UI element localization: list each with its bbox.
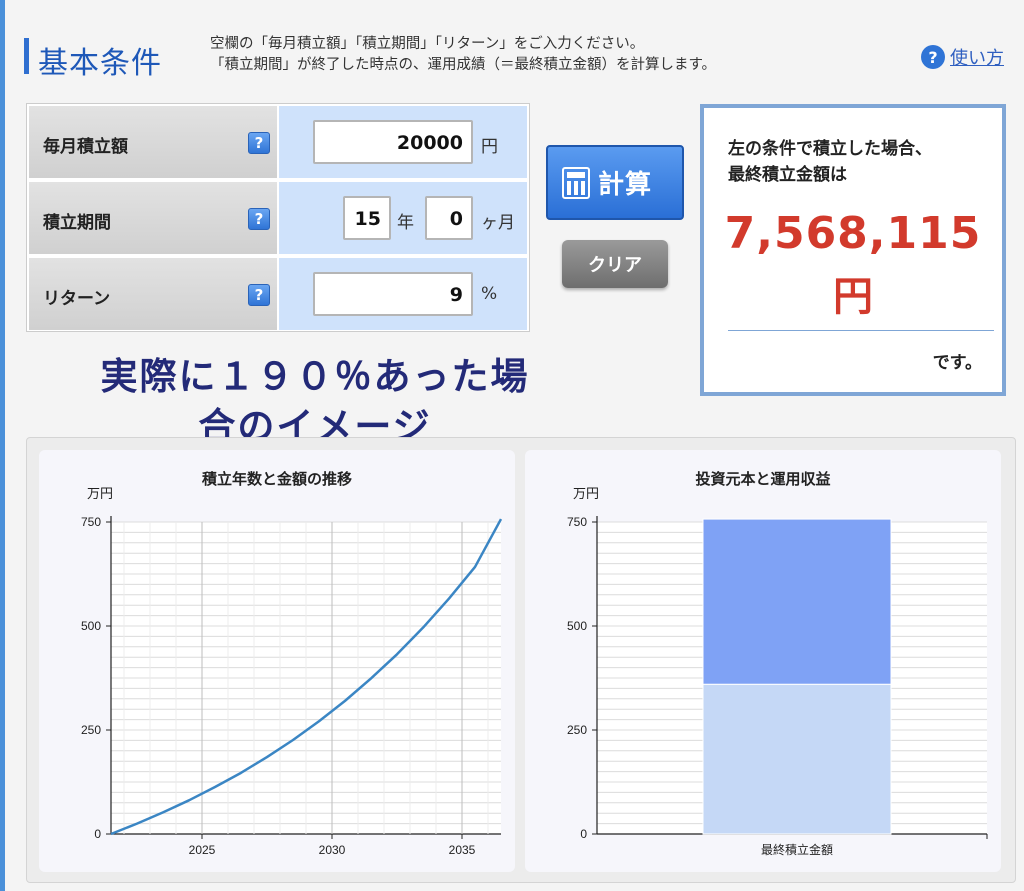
- monthly-unit: 円: [481, 137, 498, 157]
- line-chart-card: 0 250 500 750 万円 積立年数と金額の推移 2025 2030 2035: [39, 450, 515, 872]
- return-row: リターン ? 9 %: [27, 256, 529, 330]
- bar-chart-y-tick-label: 250: [567, 723, 587, 737]
- growth-line-chart: 0 250 500 750 万円 積立年数と金額の推移 2025 2030 2035: [81, 470, 503, 857]
- help-icon: ?: [921, 45, 945, 69]
- line-chart-y-tick-label: 500: [81, 619, 101, 633]
- charts-panel: 0 250 500 750 万円 積立年数と金額の推移 2025 2030 2035 0 250 5…: [26, 437, 1016, 883]
- line-chart-x-tick-label: 2035: [449, 843, 476, 857]
- line-chart-title: 積立年数と金額の推移: [201, 470, 352, 488]
- period-years-unit: 年: [397, 213, 414, 233]
- period-input-cell: 15 年 0 ヶ月: [279, 182, 527, 254]
- principal-return-bar-chart: 0 250 500 750 万円 投資元本と運用収益最終積立金額: [567, 470, 988, 857]
- bar-segment-principal: [702, 683, 892, 835]
- period-help-icon[interactable]: ?: [248, 208, 270, 230]
- return-unit: %: [481, 284, 498, 304]
- monthly-amount-input[interactable]: 20000: [313, 120, 473, 164]
- line-chart-x-tick-label: 2025: [189, 843, 216, 857]
- description-line-1: 空欄の「毎月積立額」「積立期間」「リターン」をご入力ください。: [210, 36, 645, 52]
- line-chart-y-tick-label: 250: [81, 723, 101, 737]
- clear-button[interactable]: クリア: [562, 240, 668, 288]
- bar-chart-y-tick-label: 0: [580, 827, 587, 841]
- bar-chart-y-unit-label: 万円: [573, 487, 599, 502]
- bar-chart-card: 0 250 500 750 万円 投資元本と運用収益最終積立金額: [525, 450, 1001, 872]
- bar-chart-y-tick-label: 500: [567, 619, 587, 633]
- line-chart-y-tick-label: 750: [81, 515, 101, 529]
- monthly-label: 毎月積立額: [43, 137, 128, 157]
- result-suffix: です。: [932, 353, 982, 373]
- monthly-label-cell: 毎月積立額 ?: [29, 106, 277, 178]
- result-divider: [728, 330, 994, 331]
- section-title: 基本条件: [38, 46, 162, 81]
- period-label: 積立期間: [43, 213, 111, 233]
- period-label-cell: 積立期間 ?: [29, 182, 277, 254]
- return-help-icon[interactable]: ?: [248, 284, 270, 306]
- line-chart-y-unit-label: 万円: [87, 487, 113, 502]
- title-accent-bar: [24, 38, 29, 74]
- input-form: 毎月積立額 ? 20000 円 積立期間 ? 15 年 0 ヶ月 リターン ? …: [26, 103, 530, 332]
- section-description: 空欄の「毎月積立額」「積立期間」「リターン」をご入力ください。 「積立期間」が終…: [210, 34, 716, 76]
- description-line-2: 「積立期間」が終了した時点の、運用成績（＝最終積立金額）を計算します。: [210, 57, 717, 73]
- monthly-help-icon[interactable]: ?: [248, 132, 270, 154]
- how-to-use-link[interactable]: ? 使い方: [921, 44, 1004, 70]
- section-header: 基本条件 空欄の「毎月積立額」「積立期間」「リターン」をご入力ください。 「積立…: [24, 30, 1004, 81]
- return-input-cell: 9 %: [279, 258, 527, 330]
- calculate-button[interactable]: 計算: [546, 145, 684, 220]
- period-months-unit: ヶ月: [481, 213, 515, 233]
- monthly-row: 毎月積立額 ? 20000 円: [27, 104, 529, 178]
- bar-segment-return: [702, 518, 892, 685]
- return-label: リターン: [43, 289, 111, 309]
- result-intro-line-1: 左の条件で積立した場合、: [728, 139, 932, 159]
- result-currency: 円: [833, 274, 873, 320]
- overlay-caption-line-1: 実際に１９０％あった場: [100, 354, 530, 398]
- calculator-icon: [562, 166, 590, 199]
- period-row: 積立期間 ? 15 年 0 ヶ月: [27, 180, 529, 254]
- period-months-input[interactable]: 0: [425, 196, 473, 240]
- calculate-label: 計算: [598, 170, 653, 200]
- line-chart-y-tick-label: 0: [94, 827, 101, 841]
- line-chart-x-tick-label: 2030: [319, 843, 346, 857]
- bar-chart-y-tick-label: 750: [567, 515, 587, 529]
- period-years-input[interactable]: 15: [343, 196, 391, 240]
- bar-chart-category-label: 最終積立金額: [761, 842, 833, 857]
- how-to-use-label[interactable]: 使い方: [950, 44, 1004, 70]
- result-amount: 7,568,115: [724, 208, 982, 259]
- result-intro-line-2: 最終積立金額は: [728, 165, 847, 185]
- return-label-cell: リターン ?: [29, 258, 277, 330]
- bar-chart-title: 投資元本と運用収益: [695, 470, 830, 488]
- monthly-input-cell: 20000 円: [279, 106, 527, 178]
- result-panel: 左の条件で積立した場合、 最終積立金額は 7,568,115 円 です。: [700, 104, 1006, 396]
- return-rate-input[interactable]: 9: [313, 272, 473, 316]
- page-edge-accent: [0, 0, 5, 891]
